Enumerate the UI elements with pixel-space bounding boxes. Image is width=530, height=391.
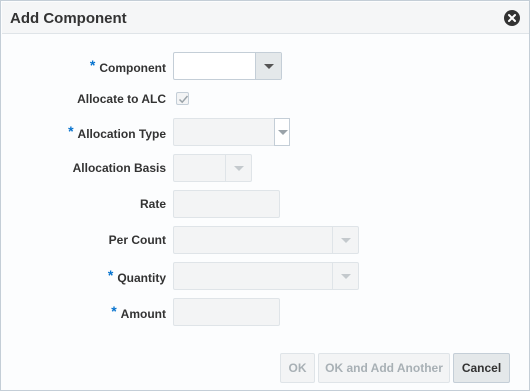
quantity-dropdown-button[interactable] <box>332 263 358 289</box>
chevron-down-icon <box>264 64 274 69</box>
rate-input[interactable] <box>173 190 280 218</box>
component-select[interactable] <box>173 52 282 80</box>
allocation-basis-select[interactable] <box>173 154 252 182</box>
per-count-select[interactable] <box>173 226 359 254</box>
rate-label: Rate <box>139 197 166 211</box>
allocate-to-alc-row: Allocate to ALC <box>1 85 530 113</box>
quantity-label: * Quantity <box>107 267 166 285</box>
chevron-down-icon <box>278 130 288 135</box>
allocation-type-label: * Allocation Type <box>68 123 166 141</box>
required-marker: * <box>68 123 74 139</box>
per-count-dropdown-button[interactable] <box>332 227 358 253</box>
ok-button[interactable]: OK <box>280 353 315 383</box>
component-row: * Component <box>1 52 530 80</box>
allocate-to-alc-checkbox[interactable] <box>176 92 189 105</box>
required-marker: * <box>111 303 117 319</box>
amount-input[interactable] <box>173 298 280 326</box>
chevron-down-icon <box>341 274 351 279</box>
component-dropdown-button[interactable] <box>255 53 281 79</box>
allocate-to-alc-label: Allocate to ALC <box>77 92 166 106</box>
cancel-button[interactable]: Cancel <box>453 353 510 383</box>
chevron-down-icon <box>341 238 351 243</box>
dialog-title: Add Component <box>10 10 127 27</box>
allocation-basis-dropdown-button[interactable] <box>225 155 251 181</box>
rate-row: Rate <box>1 190 530 218</box>
required-marker: * <box>107 267 114 283</box>
required-marker: * <box>89 57 96 73</box>
allocation-type-row: * Allocation Type <box>1 118 530 146</box>
per-count-row: Per Count <box>1 226 530 254</box>
ok-and-add-another-button[interactable]: OK and Add Another <box>318 353 450 383</box>
allocation-type-dropdown-button[interactable] <box>274 118 290 146</box>
amount-label: * Amount <box>111 303 166 321</box>
quantity-row: * Quantity <box>1 262 530 290</box>
quantity-select[interactable] <box>173 262 359 290</box>
per-count-label: Per Count <box>108 233 166 247</box>
allocation-basis-label: Allocation Basis <box>72 161 166 175</box>
component-label: * Component <box>89 57 166 75</box>
add-component-dialog: Add Component * Component Allocate to ALC <box>0 0 530 391</box>
amount-row: * Amount <box>1 298 530 326</box>
close-icon[interactable] <box>504 10 520 26</box>
allocation-basis-row: Allocation Basis <box>1 154 530 182</box>
allocation-type-select[interactable] <box>173 118 290 146</box>
chevron-down-icon <box>234 166 244 171</box>
dialog-titlebar: Add Component <box>2 2 529 34</box>
